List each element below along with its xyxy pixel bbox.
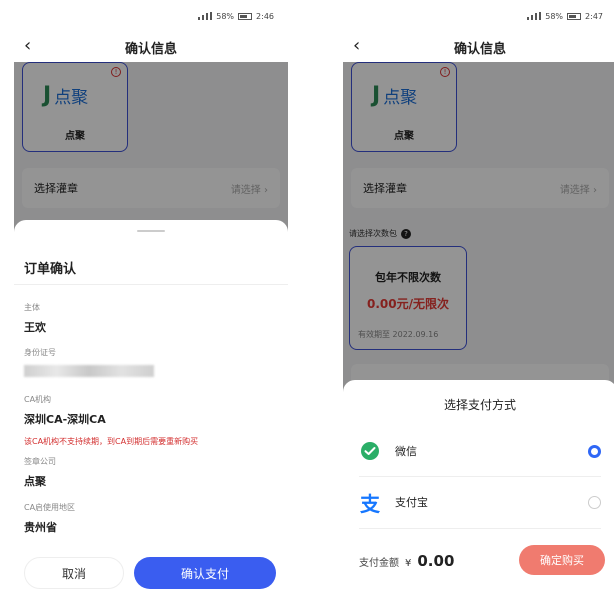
pay-option-wechat[interactable]: 微信 bbox=[343, 426, 614, 476]
signal-icon bbox=[198, 12, 213, 20]
pay-amount-value: 0.00 bbox=[417, 552, 455, 570]
signal-icon bbox=[527, 12, 542, 20]
battery-icon bbox=[238, 12, 253, 20]
ca-org-value: 深圳CA-深圳CA bbox=[24, 413, 106, 426]
cancel-button[interactable]: 取消 bbox=[24, 557, 124, 589]
seal-company-value: 点聚 bbox=[24, 475, 46, 488]
pay-amount-label: 支付金额 bbox=[359, 558, 399, 569]
id-number-redacted bbox=[24, 365, 154, 377]
divider bbox=[359, 528, 601, 529]
status-bar: 58% 2:47 bbox=[343, 0, 614, 32]
nav-bar: ‹ 确认信息 bbox=[343, 32, 614, 62]
battery-percent: 58% bbox=[216, 11, 235, 21]
chevron-left-icon[interactable]: ‹ bbox=[353, 35, 360, 56]
confirm-pay-button[interactable]: 确认支付 bbox=[134, 557, 276, 589]
currency-symbol: ¥ bbox=[405, 558, 412, 569]
page-title: 确认信息 bbox=[124, 41, 177, 57]
battery-percent: 58% bbox=[545, 11, 564, 21]
pay-option-label: 微信 bbox=[395, 445, 417, 458]
status-time: 2:46 bbox=[256, 11, 274, 21]
subject-value: 王欢 bbox=[24, 321, 46, 334]
right-phone-screen: 58% 2:47 ‹ 确认信息 ! J 点聚 点聚 选择灌章 请选择 › 请选择… bbox=[343, 0, 614, 592]
id-number-label: 身份证号 bbox=[24, 348, 56, 357]
status-bar: 58% 2:46 bbox=[14, 0, 288, 32]
pay-option-alipay[interactable]: 支 支付宝 bbox=[343, 477, 614, 527]
pay-amount: 支付金额 ¥ 0.00 bbox=[359, 552, 454, 570]
status-time: 2:47 bbox=[585, 11, 603, 21]
ca-region-label: CA启使用地区 bbox=[24, 503, 76, 512]
radio-selected[interactable] bbox=[588, 444, 601, 458]
sheet-title: 订单确认 bbox=[24, 262, 77, 277]
battery-icon bbox=[567, 12, 582, 20]
chevron-left-icon[interactable]: ‹ bbox=[24, 35, 31, 56]
wechat-icon bbox=[359, 440, 381, 462]
ca-region-value: 贵州省 bbox=[24, 521, 57, 534]
left-phone-screen: 58% 2:46 ‹ 确认信息 ! J 点聚 点聚 选择灌章 请选择 › 订单确… bbox=[14, 0, 288, 592]
renewal-warning: 该CA机构不支持续期，到CA到期后需要重新购买 bbox=[24, 437, 199, 446]
ca-org-label: CA机构 bbox=[24, 395, 52, 404]
confirm-purchase-button[interactable]: 确定购买 bbox=[519, 545, 605, 575]
subject-label: 主体 bbox=[24, 303, 40, 312]
order-confirm-sheet: 订单确认 主体 王欢 身份证号 CA机构 深圳CA-深圳CA 该CA机构不支持续… bbox=[14, 220, 288, 592]
pay-option-label: 支付宝 bbox=[395, 496, 428, 509]
payment-method-sheet: 选择支付方式 微信 支 支付宝 支付金额 ¥ 0.00 确定购买 bbox=[343, 380, 614, 592]
sheet-handle[interactable] bbox=[137, 230, 165, 232]
page-title: 确认信息 bbox=[453, 41, 506, 57]
nav-bar: ‹ 确认信息 bbox=[14, 32, 288, 62]
seal-company-label: 签章公司 bbox=[24, 457, 56, 466]
radio-unselected[interactable] bbox=[588, 495, 601, 509]
divider bbox=[14, 284, 288, 285]
sheet-title: 选择支付方式 bbox=[443, 398, 516, 412]
alipay-icon: 支 bbox=[360, 491, 380, 516]
